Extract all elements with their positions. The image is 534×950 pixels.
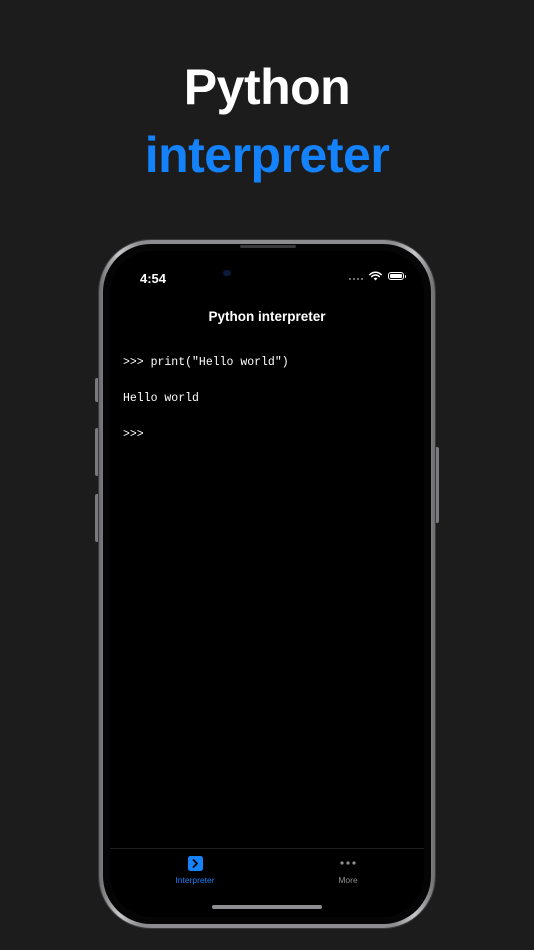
cellular-signal-icon bbox=[349, 278, 363, 280]
terminal-icon bbox=[187, 855, 203, 871]
phone-screen: 4:54 Python interpreter >>> print("Hello… bbox=[110, 251, 424, 917]
phone-bezel: 4:54 Python interpreter >>> print("Hello… bbox=[103, 244, 431, 924]
status-time: 4:54 bbox=[140, 271, 167, 286]
phone-frame: 4:54 Python interpreter >>> print("Hello… bbox=[99, 240, 435, 928]
headline-python: Python bbox=[183, 59, 351, 115]
tab-interpreter[interactable]: Interpreter bbox=[140, 855, 250, 885]
home-indicator[interactable] bbox=[212, 905, 322, 909]
more-icon bbox=[340, 861, 356, 865]
headline-interpreter: interpreter bbox=[144, 127, 390, 183]
console-prompt[interactable]: >>> bbox=[123, 429, 411, 441]
battery-icon bbox=[388, 272, 406, 280]
front-camera-icon bbox=[223, 270, 231, 276]
promo-page: Python interpreter 4:54 Python interpret… bbox=[0, 0, 534, 950]
tab-more-label: More bbox=[338, 875, 358, 885]
console-line: Hello world bbox=[123, 392, 199, 405]
console-line: >>> print("Hello world") bbox=[123, 356, 289, 369]
power-button bbox=[435, 447, 439, 523]
tab-interpreter-label: Interpreter bbox=[175, 875, 215, 885]
nav-title: Python interpreter bbox=[208, 309, 326, 324]
status-indicators bbox=[349, 271, 406, 281]
wifi-icon bbox=[369, 271, 382, 281]
tab-bar: Interpreter More bbox=[110, 848, 424, 917]
console-output[interactable]: >>> print("Hello world") Hello world >>> bbox=[123, 333, 411, 465]
speaker-grille bbox=[240, 245, 296, 248]
battery-fill bbox=[390, 274, 402, 278]
tab-more[interactable]: More bbox=[293, 855, 403, 885]
